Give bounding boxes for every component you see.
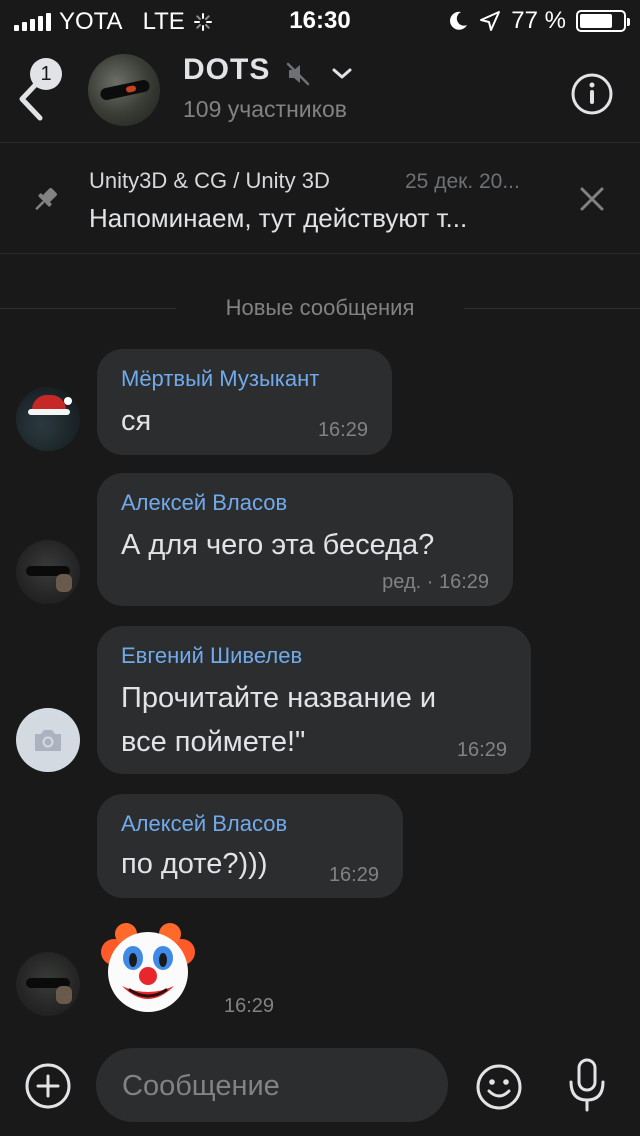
clown-face-icon[interactable] [100, 920, 196, 1014]
new-messages-divider: Новые сообщения [0, 293, 640, 323]
avatar[interactable] [16, 540, 80, 604]
composer-bar [0, 1040, 640, 1136]
pinned-date: 25 дек. 20... [405, 170, 520, 193]
members-count[interactable]: 109 участников [183, 96, 347, 123]
chat-avatar[interactable] [88, 54, 160, 126]
camera-icon [35, 730, 61, 751]
message-text: по доте?))) [121, 848, 268, 880]
avatar[interactable] [16, 708, 80, 772]
new-messages-label: Новые сообщения [225, 295, 415, 320]
message-field[interactable] [96, 1048, 448, 1124]
message-time: ред. · 16:29 [382, 571, 489, 593]
battery-icon [576, 10, 630, 32]
chat-header: 1 DOTS 109 участников [0, 40, 640, 142]
message-time: 16:29 [328, 864, 379, 886]
pinned-message[interactable]: Unity3D & CG / Unity 3D 25 дек. 20... На… [0, 142, 640, 254]
chevron-down-icon[interactable] [330, 66, 354, 82]
message-time: 16:29 [224, 995, 275, 1017]
status-right-group: 77 % [447, 7, 630, 35]
emoji-icon[interactable] [474, 1062, 524, 1112]
microphone-icon[interactable] [566, 1056, 608, 1116]
add-attachment-icon[interactable] [24, 1062, 72, 1110]
message-input[interactable] [120, 1048, 424, 1124]
message-time: 16:29 [317, 419, 368, 441]
close-icon[interactable] [578, 185, 606, 213]
message-bubble[interactable]: Алексей Власов по доте?))) 16:29 [97, 794, 403, 898]
message-sender[interactable]: Алексей Власов [121, 811, 287, 837]
message-time: 16:29 [456, 739, 507, 761]
battery-fill [580, 14, 613, 28]
message-sender[interactable]: Мёртвый Музыкант [121, 366, 319, 392]
message-bubble[interactable]: Евгений Шивелев Прочитайте название и вс… [97, 626, 531, 774]
pinned-text: Напоминаем, тут действуют т... [89, 203, 468, 233]
pin-icon [35, 188, 57, 210]
moon-icon [450, 11, 468, 30]
info-icon[interactable] [570, 72, 614, 116]
message-sender[interactable]: Евгений Шивелев [121, 643, 302, 669]
chat-title[interactable]: DOTS [183, 53, 270, 87]
message-sender[interactable]: Алексей Власов [121, 490, 287, 516]
mute-icon [286, 62, 310, 86]
message-text-line: все поймете!" [121, 726, 306, 758]
message-text: А для чего эта беседа? [121, 529, 435, 561]
location-arrow-icon [480, 11, 501, 31]
message-text: ся [121, 405, 152, 437]
unread-count-badge: 1 [30, 58, 62, 90]
message-bubble[interactable]: Алексей Власов А для чего эта беседа? ре… [97, 473, 513, 606]
pinned-source: Unity3D & CG / Unity 3D [89, 168, 330, 193]
battery-percent: 77 % [511, 7, 566, 34]
status-bar: YOTA LTE 16:30 77 % [0, 0, 640, 40]
avatar[interactable] [16, 387, 80, 451]
avatar[interactable] [16, 952, 80, 1016]
message-bubble[interactable]: Мёртвый Музыкант ся 16:29 [97, 349, 392, 455]
